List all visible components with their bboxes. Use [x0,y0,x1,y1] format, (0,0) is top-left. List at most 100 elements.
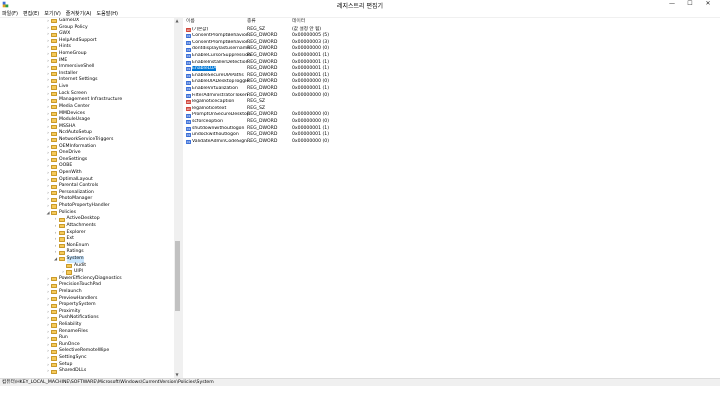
folder-icon [58,257,65,262]
folder-icon [51,349,57,354]
folder-icon [51,58,57,64]
tree-item[interactable]: › Parental Controls [0,183,174,190]
tree-item[interactable]: › Media Center [0,104,174,111]
tree-item[interactable]: › PrecisionTouchPad [0,282,174,289]
tree-item[interactable]: › Setup [0,362,174,369]
tree-item[interactable]: › Attachments [0,223,174,230]
value-row[interactable]: 01 undockwithoutlogon REG_DWORD 0x00000001 … [183,132,333,139]
tree-item[interactable]: › Explorer [0,230,174,237]
value-row[interactable]: 01 scforceoption REG_DWORD 0x00000000 (0) [183,119,333,126]
folder-icon [51,144,57,150]
menu-help[interactable]: 도움말(H) [97,10,118,17]
folder-icon [51,92,57,97]
value-row[interactable]: 01 EnableVirtualization REG_DWORD 0x0000000… [183,86,333,93]
tree-item[interactable]: › UIPI [0,269,174,276]
value-type: REG_DWORD [247,118,278,124]
folder-icon [51,184,57,189]
tree-item[interactable]: › Run [0,335,174,342]
column-header-type[interactable]: 종류 [247,18,256,25]
tree-item[interactable]: › GameUX [0,18,174,25]
menu-file[interactable]: 파일(F) [2,10,18,17]
value-name-cell: EnableSecureUIAPaths [192,73,252,80]
tree-item[interactable]: › HelpAndSupport [0,38,174,45]
value-row[interactable]: 01 ConsentPromptBehavior... REG_DWORD 0x000… [183,33,333,40]
tree-item[interactable]: › Ext [0,236,174,243]
tree-item[interactable]: › OneSettings [0,157,174,164]
expand-arrow-icon[interactable]: › [46,368,50,375]
dword-value-icon: 01 [186,126,191,131]
minimize-button[interactable]: — [666,0,678,8]
folder-icon [51,105,57,110]
tree-item[interactable]: › OpenWith [0,170,174,177]
column-header-data[interactable]: 데이터 [292,18,305,25]
value-row[interactable]: 01 EnableLUA REG_DWORD 0x00000001 (1) [183,66,333,73]
value-data: 0x00000000 (0) [292,46,329,52]
value-name: ValidateAdminCodeSign... [192,138,252,144]
value-row[interactable]: 01 dontdisplaylastusername REG_DWORD 0x0000… [183,46,333,53]
folder-icon [51,290,57,295]
value-name-cell: scforceoption [192,119,252,126]
tree-item[interactable]: › SharedDLLs [0,368,174,375]
value-data: 0x00000001 (1) [292,52,329,58]
tree-item[interactable]: › Reliability [0,322,174,329]
tree-item[interactable]: › SettingSync [0,355,174,362]
value-data: 0x00000000 (0) [292,79,329,85]
tree-item[interactable]: › RenameFiles [0,329,174,336]
tree-item[interactable]: › NcdAutoSetup [0,130,174,137]
tree-item[interactable]: › OneDrive [0,150,174,157]
folder-icon [51,316,57,321]
tree-item[interactable]: › Ratings [0,249,174,256]
value-row[interactable]: 01 EnableUIADesktopToggle REG_DWORD 0x00000… [183,79,333,86]
tree-item[interactable]: › ActiveDesktop [0,216,174,223]
tree-item[interactable]: › ImmersiveShell [0,64,174,71]
close-button[interactable]: ✕ [702,0,714,8]
tree-item[interactable]: › Internet Settings [0,77,174,84]
value-data: 0x00000000 (0) [292,118,329,124]
tree-item[interactable]: Audit [0,263,174,270]
tree-item[interactable]: › SelectiveRemoteWipe [0,348,174,355]
dword-value-icon: 01 [186,60,191,65]
maximize-button[interactable]: ☐ [684,0,696,8]
menu-favorites[interactable]: 즐겨찾기(A) [66,10,92,17]
value-row[interactable]: 01 ValidateAdminCodeSign... REG_DWORD 0x000… [183,139,333,146]
tree-item[interactable]: › NetworkServiceTriggers [0,137,174,144]
tree-item[interactable]: › ModuleUsage [0,117,174,124]
tree-item[interactable]: › NonEnum [0,243,174,250]
tree-item[interactable]: › HomeGroup [0,51,174,58]
value-row[interactable]: 01 EnableCursorSuppression REG_DWORD 0x0000… [183,53,333,60]
tree-item[interactable]: › OEMInformation [0,144,174,151]
window-title: 레지스트리 편집기 [336,3,384,10]
tree-item[interactable]: › Live [0,84,174,91]
folder-icon [51,32,57,37]
value-row[interactable]: 01 PromptOnSecureDesktop REG_DWORD 0x000000… [183,112,333,119]
value-row[interactable]: ab legalnoticecaption REG_SZ [183,99,333,106]
tree-item[interactable]: › GWX [0,31,174,38]
tree-item[interactable]: › OOBE [0,163,174,170]
tree-item[interactable]: › Management Infrastructure [0,97,174,104]
tree-item[interactable]: › Prelaunch [0,289,174,296]
value-type: REG_DWORD [247,66,278,72]
string-value-icon: ab [186,100,191,105]
folder-icon [51,65,57,70]
menu-view[interactable]: 보기(V) [44,10,61,17]
folder-icon [51,323,57,328]
tree-item[interactable]: › Group Policy [0,25,174,32]
tree-item[interactable]: › PushNotifications [0,315,174,322]
tree-item[interactable]: › Hints [0,44,174,51]
title-bar: 레지스트리 편집기 — ☐ ✕ [0,0,720,10]
value-name-cell: shutdownwithoutlogon [192,126,252,133]
value-data: 0x00000005 (5) [292,33,329,39]
value-name: EnableInstallerDetection [192,59,249,65]
folder-icon [51,164,57,169]
tree-item[interactable]: › PhotoPropertyHandler [0,203,174,210]
dword-value-icon: 01 [186,133,191,138]
column-header-name[interactable]: 이름 [186,18,195,25]
dword-value-icon: 01 [186,139,191,144]
dword-value-icon: 01 [186,54,191,59]
tree-item[interactable]: › PropertySystem [0,302,174,309]
tree-scroll-thumb[interactable] [174,241,180,311]
dword-value-icon: 01 [186,47,191,52]
tree-item[interactable]: ◢ System [0,255,174,263]
folder-icon [51,197,57,202]
menu-edit[interactable]: 편집(E) [23,10,39,17]
